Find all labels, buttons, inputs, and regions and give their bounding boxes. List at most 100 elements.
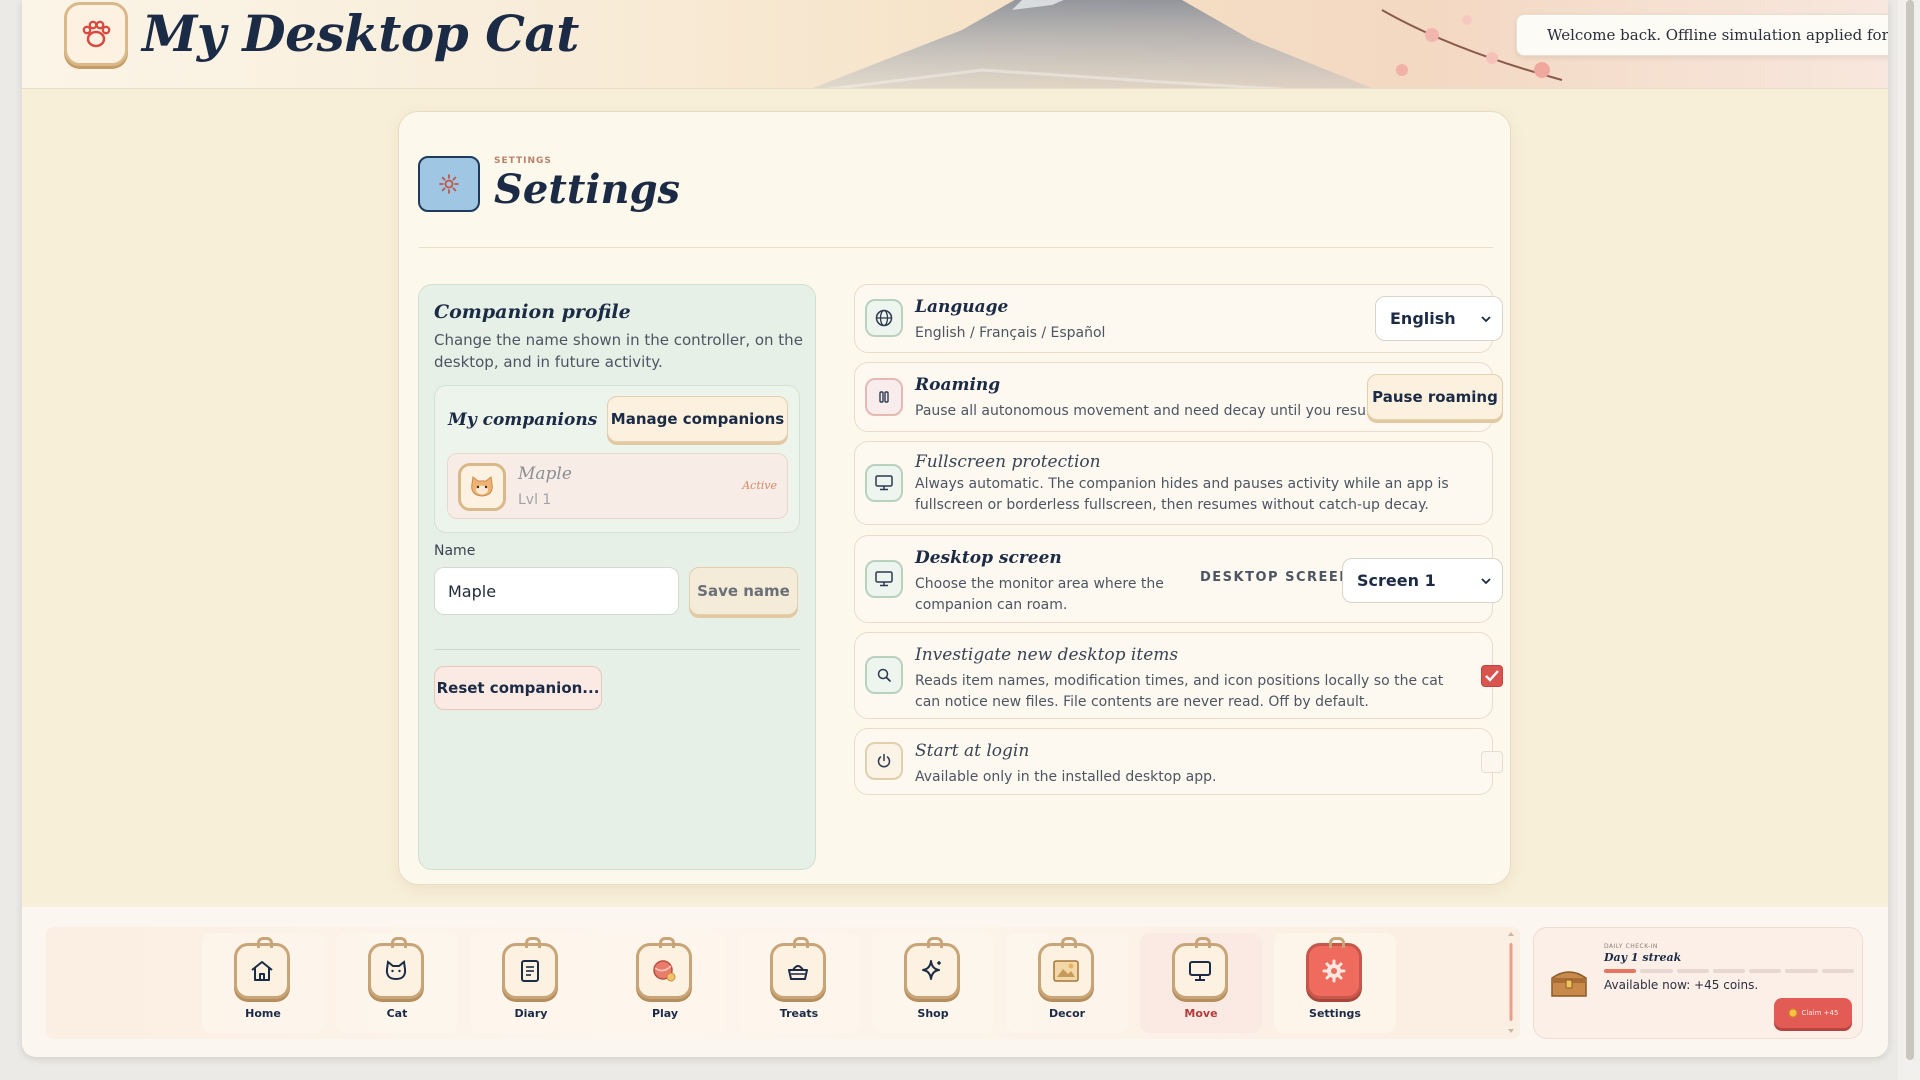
- settings-badge: [418, 156, 480, 212]
- gear-icon: [439, 174, 459, 194]
- streak-segment: [1640, 969, 1673, 973]
- companion-profile-title: Companion profile: [434, 301, 631, 323]
- sparkle-icon: [904, 937, 960, 999]
- welcome-toast[interactable]: Welcome back. Offline simulation applied…: [1516, 14, 1888, 56]
- investigate-items-row: Investigate new desktop items Reads item…: [854, 632, 1503, 719]
- nav-label-move: Move: [1184, 1007, 1218, 1020]
- monitor-icon: [1172, 937, 1228, 999]
- ball-icon: [636, 937, 692, 999]
- chevron-down-icon: [1481, 577, 1491, 584]
- desktop-screen-selected-value: Screen 1: [1357, 571, 1436, 590]
- start-at-login-row: Start at login Available only in the ins…: [854, 728, 1503, 795]
- home-icon: [234, 937, 290, 999]
- cat-icon: [368, 937, 424, 999]
- status-badge: Active: [742, 479, 777, 492]
- my-companions-box: My companions Manage companions Maple Lv…: [434, 385, 800, 533]
- fullscreen-title: Fullscreen protection: [915, 452, 1101, 472]
- nav-item-move[interactable]: Move: [1140, 933, 1262, 1033]
- window-scrollbar[interactable]: [1898, 0, 1920, 1080]
- app-title: My Desktop Cat: [142, 4, 579, 63]
- nav-item-play[interactable]: Play: [604, 933, 726, 1033]
- roaming-title: Roaming: [915, 375, 1001, 395]
- settings-card: SETTINGS Settings Companion profile Chan…: [398, 111, 1511, 885]
- desktop-screen-description: Choose the monitor area where the compan…: [915, 576, 1164, 613]
- companion-profile-description: Change the name shown in the controller,…: [434, 331, 803, 371]
- picture-frame-icon: [1038, 937, 1094, 999]
- nav-item-diary[interactable]: Diary: [470, 933, 592, 1033]
- streak-progress: [1604, 969, 1854, 973]
- settings-eyebrow: SETTINGS: [494, 156, 552, 166]
- streak-segment: [1821, 969, 1854, 973]
- daily-checkin-card: DAILY CHECK-IN Day 1 streak Available no…: [1533, 927, 1863, 1039]
- pause-roaming-button[interactable]: Pause roaming: [1367, 374, 1503, 420]
- claim-coins-button[interactable]: Claim +45: [1774, 998, 1852, 1028]
- investigate-description: Reads item names, modification times, an…: [915, 673, 1444, 710]
- streak-segment: [1785, 969, 1818, 973]
- nav-item-treats[interactable]: Treats: [738, 933, 860, 1033]
- checkin-eyebrow: DAILY CHECK-IN: [1604, 943, 1658, 950]
- nav-item-settings[interactable]: Settings: [1274, 933, 1396, 1033]
- monitor-icon: [865, 560, 903, 598]
- fullscreen-description: Always automatic. The companion hides an…: [915, 476, 1449, 513]
- cat-avatar: [458, 463, 506, 511]
- nav-label-treats: Treats: [779, 1007, 819, 1020]
- coin-icon: [1788, 1008, 1798, 1018]
- divider: [434, 649, 800, 650]
- streak-segment: [1604, 969, 1637, 973]
- desktop-screen-select[interactable]: Screen 1: [1342, 558, 1503, 603]
- investigate-title: Investigate new desktop items: [915, 645, 1179, 665]
- nav-label-decor: Decor: [1048, 1007, 1086, 1020]
- language-selected-value: English: [1390, 309, 1456, 328]
- nav-strip: Home Cat Diary Play Treats Shop Decor Mo…: [46, 927, 1520, 1039]
- companion-level: Lvl 1: [518, 492, 552, 508]
- nav-label-play: Play: [651, 1007, 679, 1020]
- search-icon: [865, 656, 903, 694]
- desktop-screen-row: Desktop screen Choose the monitor area w…: [854, 535, 1503, 623]
- checkmark-icon: [1485, 670, 1499, 682]
- pause-icon: [865, 378, 903, 416]
- bottom-bar: Home Cat Diary Play Treats Shop Decor Mo…: [22, 907, 1888, 1057]
- companion-name: Maple: [518, 464, 572, 484]
- scrollbar-thumb[interactable]: [1906, 0, 1914, 1060]
- nav-label-cat: Cat: [386, 1007, 408, 1020]
- desktop-screen-title: Desktop screen: [915, 548, 1062, 568]
- name-input[interactable]: [434, 567, 679, 615]
- start-at-login-description: Available only in the installed desktop …: [915, 769, 1217, 785]
- nav-item-cat[interactable]: Cat: [336, 933, 458, 1033]
- streak-segment: [1749, 969, 1782, 973]
- paw-icon: [82, 20, 111, 48]
- roaming-row: Roaming Pause all autonomous movement an…: [854, 362, 1503, 432]
- start-at-login-checkbox[interactable]: [1481, 751, 1503, 773]
- manage-companions-button[interactable]: Manage companions: [607, 396, 788, 442]
- toast-message: Welcome back. Offline simulation applied…: [1547, 26, 1888, 44]
- language-select[interactable]: English: [1375, 296, 1503, 341]
- nav-scrollbar[interactable]: [1508, 931, 1514, 1035]
- nav-label-home: Home: [245, 1007, 281, 1020]
- gear-icon: [1306, 937, 1362, 999]
- checkin-available-text: Available now: +45 coins.: [1604, 978, 1759, 992]
- nav-label-diary: Diary: [514, 1007, 548, 1020]
- nav-item-shop[interactable]: Shop: [872, 933, 994, 1033]
- my-companions-label: My companions: [448, 410, 598, 430]
- page-title: Settings: [494, 166, 681, 213]
- reset-companion-button[interactable]: Reset companion...: [434, 666, 602, 710]
- name-field-label: Name: [434, 543, 476, 559]
- checkin-streak-title: Day 1 streak: [1604, 951, 1682, 964]
- language-title: Language: [915, 297, 1009, 317]
- nav-item-decor[interactable]: Decor: [1006, 933, 1128, 1033]
- cat-face-icon: [471, 476, 493, 497]
- save-name-button[interactable]: Save name: [689, 567, 798, 615]
- globe-icon: [865, 299, 903, 337]
- treasure-chest-icon: [1551, 971, 1587, 997]
- nav-label-settings: Settings: [1309, 1007, 1361, 1020]
- start-at-login-title: Start at login: [915, 741, 1030, 761]
- companion-card[interactable]: Maple Lvl 1 Active: [447, 453, 788, 519]
- nav-item-home[interactable]: Home: [202, 933, 324, 1033]
- investigate-checkbox[interactable]: [1481, 665, 1503, 687]
- monitor-icon: [865, 464, 903, 502]
- fullscreen-protection-row: Fullscreen protection Always automatic. …: [854, 441, 1493, 525]
- divider: [419, 247, 1493, 248]
- chevron-down-icon: [1481, 315, 1491, 322]
- language-description: English / Français / Español: [915, 325, 1106, 341]
- streak-segment: [1676, 969, 1709, 973]
